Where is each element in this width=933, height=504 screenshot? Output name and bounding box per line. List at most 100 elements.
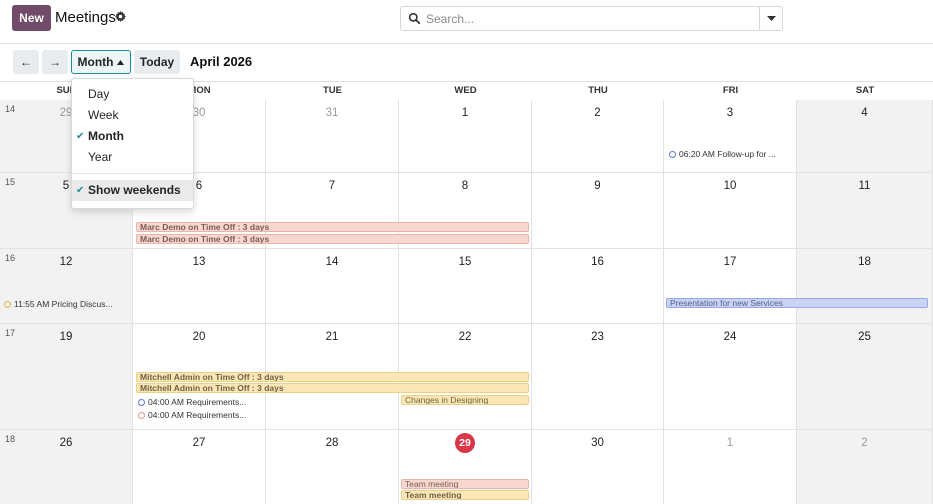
day-number: 26 [59, 437, 73, 449]
day-cell[interactable]: 28 [266, 430, 399, 504]
day-cell[interactable]: 2 [797, 430, 933, 504]
day-number: 3 [726, 107, 734, 119]
scale-dropdown-menu: Day Week ✔ Month Year ✔ Show weekends [71, 78, 194, 209]
next-button[interactable]: → [42, 50, 68, 74]
event-dot-icon [4, 300, 11, 308]
day-number: 8 [461, 180, 469, 192]
search-options-toggle[interactable] [759, 7, 782, 30]
weekday-label: FRI [722, 85, 739, 96]
day-cell[interactable]: 4 [797, 100, 933, 173]
weekday-label: SAT [855, 85, 875, 96]
day-cell[interactable]: 1 [399, 100, 532, 173]
day-cell[interactable]: 14 [266, 249, 399, 324]
day-cell[interactable]: 15 [399, 249, 532, 324]
search-icon [408, 12, 421, 25]
weekday-label: TUE [323, 85, 342, 96]
day-cell[interactable]: 18 [797, 249, 933, 324]
day-number: 17 [723, 256, 737, 268]
event-dot-icon [669, 150, 676, 158]
scale-dropdown-button[interactable]: Month [71, 50, 131, 74]
calendar-event[interactable]: 04:00 AM Requirements... [138, 397, 246, 407]
day-cell[interactable]: 1 [664, 430, 797, 504]
event-label: 06:20 AM Follow-up for ... [679, 149, 776, 159]
day-number: 11 [858, 180, 871, 192]
today-button[interactable]: Today [134, 50, 180, 74]
search-input[interactable] [426, 10, 756, 27]
day-cell[interactable]: 24 [664, 324, 797, 430]
calendar-event[interactable]: 06:20 AM Follow-up for ... [669, 149, 776, 159]
day-cell[interactable]: 27 [133, 430, 266, 504]
day-number: 28 [325, 437, 339, 449]
menu-divider [72, 173, 193, 174]
day-cell[interactable]: 18 26 [0, 430, 133, 504]
day-number: 9 [594, 180, 601, 192]
scale-option-month[interactable]: ✔ Month [72, 126, 193, 147]
search-bar [400, 6, 783, 31]
scale-option-label: Week [88, 108, 119, 122]
calendar-event[interactable]: 04:00 AM Requirements... [138, 410, 246, 420]
weekday-label: WED [454, 85, 477, 96]
day-number: 2 [861, 437, 868, 449]
scale-option-year[interactable]: Year [72, 147, 193, 168]
calendar-event[interactable]: Marc Demo on Time Off : 3 days [136, 234, 529, 244]
scale-option-label: Day [88, 87, 110, 101]
day-number: 15 [458, 256, 472, 268]
day-cell[interactable]: 11 [797, 173, 933, 249]
day-number: 31 [325, 107, 339, 119]
calendar-event[interactable]: 11:55 AM Pricing Discus... [4, 299, 113, 309]
calendar-event[interactable]: Mitchell Admin on Time Off : 3 days [136, 383, 529, 393]
previous-button[interactable]: ← [13, 50, 39, 74]
day-number: 22 [458, 331, 472, 343]
calendar-event[interactable]: Team meeting [401, 479, 529, 489]
scale-option-week[interactable]: Week [72, 105, 193, 126]
event-label: 11:55 AM Pricing Discus... [14, 299, 113, 309]
day-cell[interactable]: 16 [532, 249, 664, 324]
calendar-event[interactable]: Presentation for new Services [666, 298, 928, 308]
day-cell[interactable]: 23 [532, 324, 664, 430]
day-number: 30 [591, 437, 604, 449]
day-number: 23 [591, 331, 604, 343]
day-cell[interactable]: 25 [797, 324, 933, 430]
day-cell[interactable]: 2 [532, 100, 664, 173]
event-dot-icon [138, 411, 145, 419]
day-number: 1 [461, 107, 469, 119]
day-number: 25 [858, 331, 871, 343]
day-cell[interactable]: 17 [664, 249, 797, 324]
calendar-event[interactable]: Changes in Designing [401, 395, 529, 405]
weekday-label: THU [588, 85, 608, 96]
gear-icon[interactable] [115, 11, 126, 22]
today-date-badge: 29 [455, 433, 475, 453]
day-cell[interactable]: 3 [664, 100, 797, 173]
day-number: 18 [858, 256, 871, 268]
day-number: 13 [192, 256, 206, 268]
day-number: 1 [726, 437, 734, 449]
day-cell[interactable]: 16 12 [0, 249, 133, 324]
calendar-event[interactable]: Mitchell Admin on Time Off : 3 days [136, 372, 529, 382]
day-number: 20 [192, 331, 206, 343]
day-cell[interactable]: 10 [664, 173, 797, 249]
period-label: April 2026 [190, 54, 253, 69]
day-number: 14 [325, 256, 339, 268]
day-cell[interactable]: 31 [266, 100, 399, 173]
day-number: 10 [723, 180, 737, 192]
day-number: 16 [591, 256, 604, 268]
calendar-event[interactable]: Marc Demo on Time Off : 3 days [136, 222, 529, 232]
day-number: 27 [192, 437, 206, 449]
day-number: 4 [861, 107, 868, 119]
day-number: 21 [325, 331, 339, 343]
event-label: 04:00 AM Requirements... [148, 410, 247, 420]
page-title: Meetings [55, 9, 116, 26]
scale-option-day[interactable]: Day [72, 84, 193, 105]
calendar-event[interactable]: Team meeting [401, 490, 529, 500]
day-cell[interactable]: 13 [133, 249, 266, 324]
day-cell[interactable]: 9 [532, 173, 664, 249]
day-number: 19 [59, 331, 73, 343]
day-number: 2 [594, 107, 601, 119]
show-weekends-toggle[interactable]: ✔ Show weekends [72, 180, 193, 201]
scale-option-label: Month [88, 129, 124, 143]
day-cell[interactable]: 17 19 [0, 324, 133, 430]
new-button[interactable]: New [12, 5, 51, 31]
scale-option-label: Year [88, 150, 113, 164]
event-dot-icon [138, 398, 145, 406]
day-cell[interactable]: 30 [532, 430, 664, 504]
